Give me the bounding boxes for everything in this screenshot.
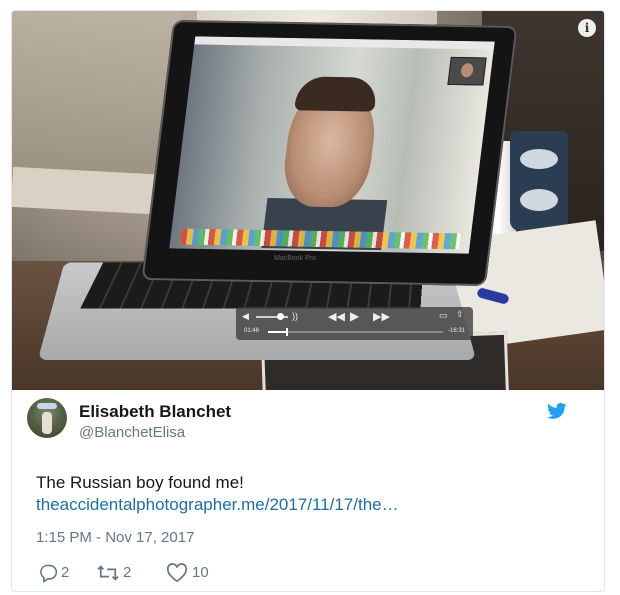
volume-low-icon[interactable]: ◀ (242, 311, 249, 322)
volume-slider-knob[interactable] (277, 313, 284, 320)
tweet-media-video[interactable]: MacBook Pro i ◀ )) ◀◀ ▶ ▶▶ ▭ ⇧ 01:46 -16… (12, 11, 604, 390)
video-call-self-view (447, 56, 487, 86)
video-scrubber[interactable] (268, 328, 443, 336)
photo-notebook (12, 166, 173, 216)
play-icon[interactable]: ▶ (350, 309, 359, 323)
video-scrubber-playhead[interactable] (285, 328, 288, 336)
tweet-text: The Russian boy found me! theaccidentalp… (36, 472, 584, 516)
reply-icon (40, 564, 58, 583)
retweet-icon (97, 565, 119, 581)
author-handle[interactable]: @BlanchetElisa (79, 424, 185, 441)
video-remaining-time: -16:31 (448, 328, 466, 334)
laptop-screen (169, 36, 495, 254)
tweet-link[interactable]: theaccidentalphotographer.me/2017/11/17/… (36, 495, 399, 514)
photo-pencil-cup (510, 131, 568, 231)
video-elapsed-time: 01:46 (244, 328, 260, 334)
fast-forward-icon[interactable]: ▶▶ (373, 310, 390, 323)
reply-count: 2 (61, 564, 70, 581)
video-scrubber-progress (268, 331, 286, 333)
airplay-icon[interactable]: ▭ (439, 310, 448, 321)
like-count: 10 (192, 564, 209, 581)
retweet-count: 2 (123, 564, 132, 581)
screen-dock (179, 228, 462, 250)
laptop-brand-label: MacBook Pro (274, 255, 317, 262)
rewind-icon[interactable]: ◀◀ (328, 310, 345, 323)
share-icon[interactable]: ⇧ (456, 309, 464, 320)
heart-icon (166, 563, 188, 583)
tweet-timestamp[interactable]: 1:15 PM - Nov 17, 2017 (36, 529, 194, 546)
avatar[interactable] (27, 398, 67, 438)
tweet-text-body: The Russian boy found me! (36, 473, 244, 492)
video-call-person-hair (294, 76, 379, 112)
video-controls: ◀ )) ◀◀ ▶ ▶▶ ▭ ⇧ 01:46 -16:31 (236, 307, 473, 340)
author-name[interactable]: Elisabeth Blanchet (79, 402, 231, 422)
twitter-bird-icon[interactable] (547, 401, 567, 421)
volume-high-icon[interactable]: )) (292, 311, 298, 321)
tweet-card: MacBook Pro i ◀ )) ◀◀ ▶ ▶▶ ▭ ⇧ 01:46 -16… (11, 10, 605, 592)
info-icon[interactable]: i (578, 19, 596, 37)
